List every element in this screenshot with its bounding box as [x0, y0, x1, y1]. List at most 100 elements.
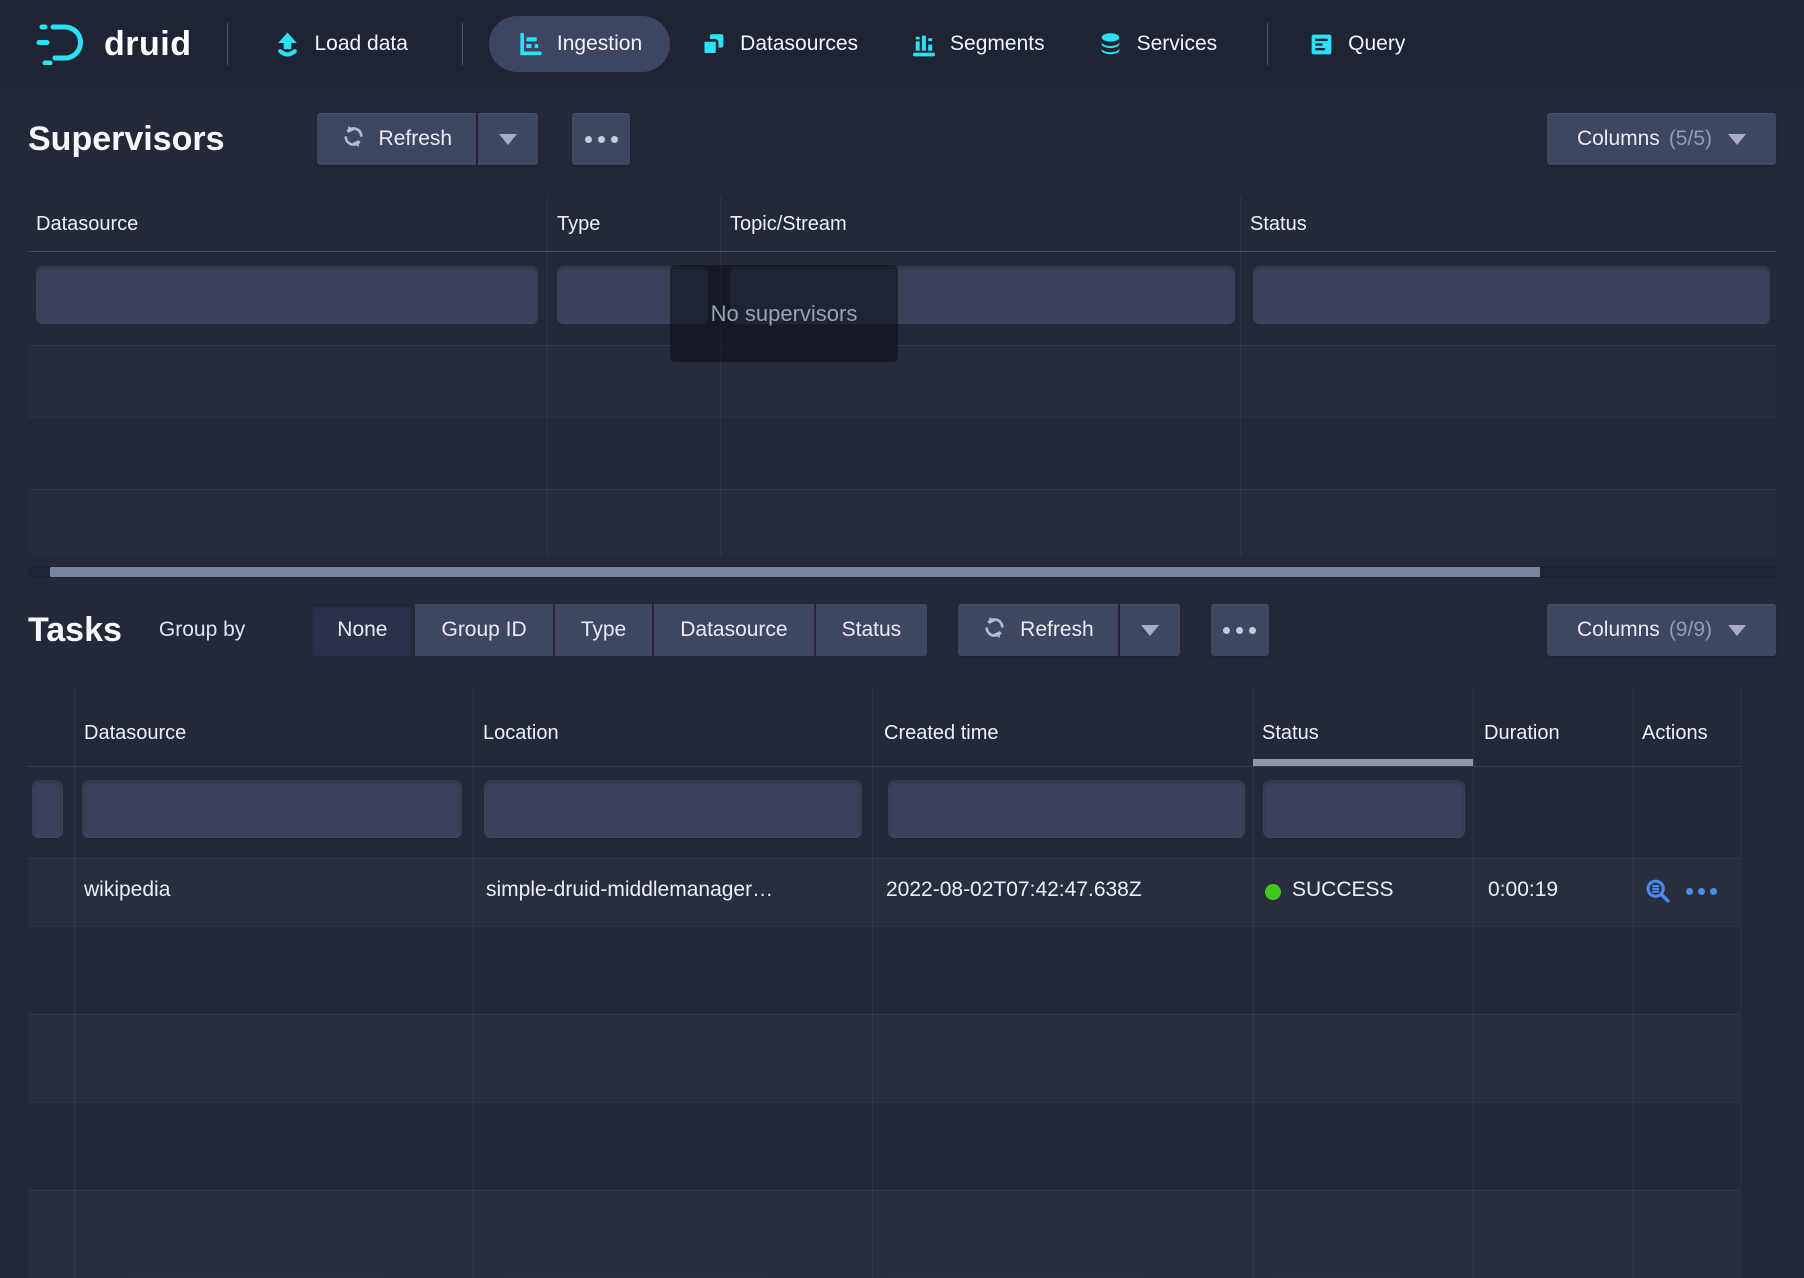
view-details-button[interactable] — [1644, 877, 1672, 911]
status-success-dot — [1265, 884, 1281, 900]
column-divider — [720, 196, 721, 556]
magnifier-icon — [1644, 887, 1672, 910]
cell-created-time[interactable]: 2022-08-02T07:42:47.638Z — [886, 878, 1142, 902]
column-header-datasource[interactable]: Datasource — [84, 722, 186, 745]
cell-datasource[interactable]: wikipedia — [84, 878, 170, 902]
column-header-topic-stream[interactable]: Topic/Stream — [730, 213, 847, 236]
tasks-toolbar: Tasks Group by None Group ID Type Dataso… — [28, 604, 1776, 656]
supervisors-columns-button[interactable]: Columns (5/5) — [1547, 113, 1776, 165]
nav-item-label: Segments — [950, 32, 1045, 56]
empty-message: No supervisors — [711, 301, 858, 327]
tasks-more-button[interactable] — [1211, 604, 1269, 656]
refresh-icon — [341, 124, 366, 155]
column-divider — [547, 196, 548, 556]
column-header-created-time[interactable]: Created time — [884, 722, 999, 745]
more-icon — [585, 136, 618, 143]
druid-console: druid Load data Ingestion — [0, 0, 1804, 1278]
brand-wordmark: druid — [104, 25, 191, 64]
cell-duration[interactable]: 0:00:19 — [1488, 878, 1558, 902]
tasks-columns-button[interactable]: Columns (9/9) — [1547, 604, 1776, 656]
nav-item-label: Query — [1348, 32, 1405, 56]
datasources-icon — [700, 31, 727, 58]
cell-status[interactable]: SUCCESS — [1292, 878, 1394, 902]
column-header-status[interactable]: Status — [1250, 213, 1307, 236]
row-divider — [28, 1014, 1740, 1015]
nav-item-load-data[interactable]: Load data — [274, 31, 407, 58]
nav-item-label: Ingestion — [557, 32, 642, 56]
chevron-down-icon — [1728, 134, 1746, 145]
nav-divider — [1267, 23, 1268, 65]
column-header-actions[interactable]: Actions — [1642, 722, 1708, 745]
tasks-refresh-group: Refresh — [958, 604, 1180, 656]
row-stripe — [28, 489, 1776, 556]
druid-logo-icon[interactable] — [36, 19, 92, 70]
nav-item-label: Load data — [314, 32, 407, 56]
datasource-filter-input[interactable] — [82, 780, 462, 838]
created-time-filter-input[interactable] — [888, 780, 1245, 838]
more-icon — [1686, 888, 1693, 895]
status-filter-input[interactable] — [1253, 266, 1770, 324]
group-by-group-id-button[interactable]: Group ID — [415, 604, 552, 656]
nav-item-query[interactable]: Query — [1308, 31, 1405, 58]
tasks-refresh-button[interactable]: Refresh — [958, 604, 1118, 656]
header-divider — [28, 766, 1740, 767]
group-by-datasource-button[interactable]: Datasource — [654, 604, 813, 656]
column-divider — [1740, 688, 1741, 1278]
status-filter-input[interactable] — [1263, 780, 1465, 838]
column-header-type[interactable]: Type — [557, 213, 600, 236]
row-actions-button[interactable] — [1686, 888, 1717, 895]
refresh-label: Refresh — [379, 127, 453, 151]
supervisors-more-button[interactable] — [572, 113, 630, 165]
nav-item-label: Services — [1137, 32, 1218, 56]
row-stripe — [28, 1014, 1740, 1102]
columns-label: Columns — [1577, 127, 1660, 151]
refresh-label: Refresh — [1020, 618, 1094, 642]
load-data-icon — [274, 31, 301, 58]
nav-divider — [462, 23, 463, 65]
hidden-column-filter-input[interactable] — [32, 780, 63, 838]
supervisors-refresh-interval-button[interactable] — [478, 113, 538, 165]
chevron-down-icon — [1728, 625, 1746, 636]
tasks-title: Tasks — [28, 611, 122, 650]
refresh-icon — [982, 615, 1007, 646]
column-header-status[interactable]: Status — [1262, 722, 1319, 745]
column-header-duration[interactable]: Duration — [1484, 722, 1560, 745]
row-divider — [28, 1102, 1740, 1103]
cell-location[interactable]: simple-druid-middlemanager… — [486, 878, 773, 902]
services-icon — [1097, 31, 1124, 58]
row-divider — [28, 858, 1740, 859]
segments-icon — [910, 31, 937, 58]
tasks-refresh-interval-button[interactable] — [1120, 604, 1180, 656]
no-supervisors-overlay: No supervisors — [670, 265, 898, 362]
row-stripe — [28, 1190, 1740, 1278]
group-by-none-button[interactable]: None — [311, 604, 413, 656]
row-divider — [28, 345, 1776, 346]
datasource-filter-input[interactable] — [36, 266, 538, 324]
top-nav: druid Load data Ingestion — [0, 0, 1804, 88]
row-stripe — [28, 345, 1776, 417]
group-by-status-button[interactable]: Status — [816, 604, 928, 656]
ingestion-icon — [517, 31, 544, 58]
group-by-type-button[interactable]: Type — [555, 604, 653, 656]
supervisors-toolbar: Supervisors Refresh — [28, 112, 1776, 166]
chevron-down-icon — [1141, 625, 1159, 636]
nav-item-ingestion[interactable]: Ingestion — [489, 16, 670, 72]
row-divider — [28, 926, 1740, 927]
column-divider — [1240, 196, 1241, 556]
column-header-location[interactable]: Location — [483, 722, 559, 745]
columns-count: (5/5) — [1669, 127, 1712, 151]
column-header-datasource[interactable]: Datasource — [36, 213, 138, 236]
nav-divider — [227, 23, 228, 65]
row-divider — [28, 417, 1776, 418]
nav-item-services[interactable]: Services — [1097, 31, 1218, 58]
nav-item-segments[interactable]: Segments — [910, 31, 1045, 58]
scrollbar-thumb[interactable] — [50, 567, 1540, 577]
supervisors-refresh-button[interactable]: Refresh — [317, 113, 477, 165]
more-icon — [1223, 627, 1256, 634]
sort-indicator — [1253, 759, 1473, 766]
row-stripe — [28, 858, 1740, 926]
row-divider — [28, 1190, 1740, 1191]
nav-item-datasources[interactable]: Datasources — [700, 31, 858, 58]
horizontal-scrollbar — [28, 566, 1776, 578]
location-filter-input[interactable] — [484, 780, 862, 838]
